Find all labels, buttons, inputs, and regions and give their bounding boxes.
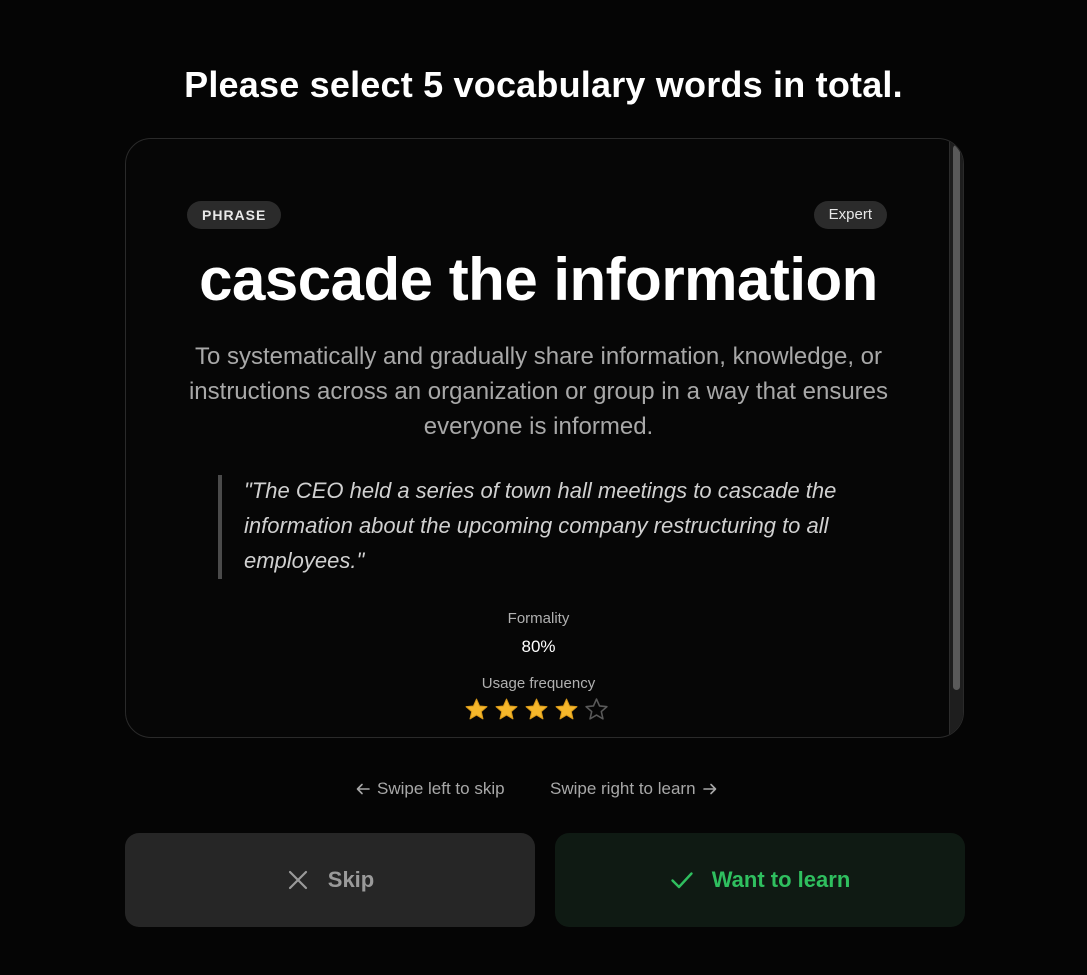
hint-swipe-right: Swipe right to learn bbox=[550, 779, 718, 799]
swipe-hints: Swipe left to skip Swipe right to learn bbox=[0, 779, 1087, 803]
star-filled-icon bbox=[495, 698, 518, 720]
phrase-title: cascade the information bbox=[199, 246, 878, 313]
usage-frequency-rating bbox=[464, 697, 609, 727]
hint-swipe-left-label: Swipe left to skip bbox=[377, 779, 505, 798]
check-icon bbox=[671, 872, 693, 889]
type-badge: PHRASE bbox=[187, 201, 282, 229]
vocabulary-card[interactable]: PHRASE Expert cascade the information To… bbox=[125, 138, 964, 738]
skip-button[interactable]: Skip bbox=[125, 833, 535, 927]
star-filled-icon bbox=[555, 698, 578, 720]
arrow-left-icon bbox=[356, 783, 370, 795]
card-scrollbar[interactable] bbox=[949, 139, 963, 737]
hint-swipe-right-label: Swipe right to learn bbox=[550, 779, 696, 798]
want-to-learn-button[interactable]: Want to learn bbox=[555, 833, 965, 927]
page: Please select 5 vocabulary words in tota… bbox=[0, 0, 1087, 975]
hint-swipe-left: Swipe left to skip bbox=[355, 779, 505, 799]
usage-frequency-label: Usage frequency bbox=[481, 675, 596, 692]
example-quote: "The CEO held a series of town hall meet… bbox=[218, 475, 868, 579]
scrollbar-thumb[interactable] bbox=[953, 145, 960, 690]
star-filled-icon bbox=[525, 698, 548, 720]
want-to-learn-button-label: Want to learn bbox=[711, 867, 851, 892]
definition-text: To systematically and gradually share in… bbox=[188, 343, 889, 440]
skip-button-label: Skip bbox=[327, 867, 375, 892]
arrow-right-icon bbox=[702, 783, 716, 795]
star-filled-icon bbox=[465, 698, 488, 720]
formality-label: Formality bbox=[507, 610, 570, 627]
close-icon bbox=[288, 870, 307, 890]
example-text: "The CEO held a series of town hall meet… bbox=[244, 478, 837, 573]
formality-value: 80% bbox=[521, 637, 556, 656]
level-badge: Expert bbox=[813, 201, 887, 229]
star-empty-icon bbox=[585, 698, 608, 720]
page-heading: Please select 5 vocabulary words in tota… bbox=[184, 64, 903, 105]
